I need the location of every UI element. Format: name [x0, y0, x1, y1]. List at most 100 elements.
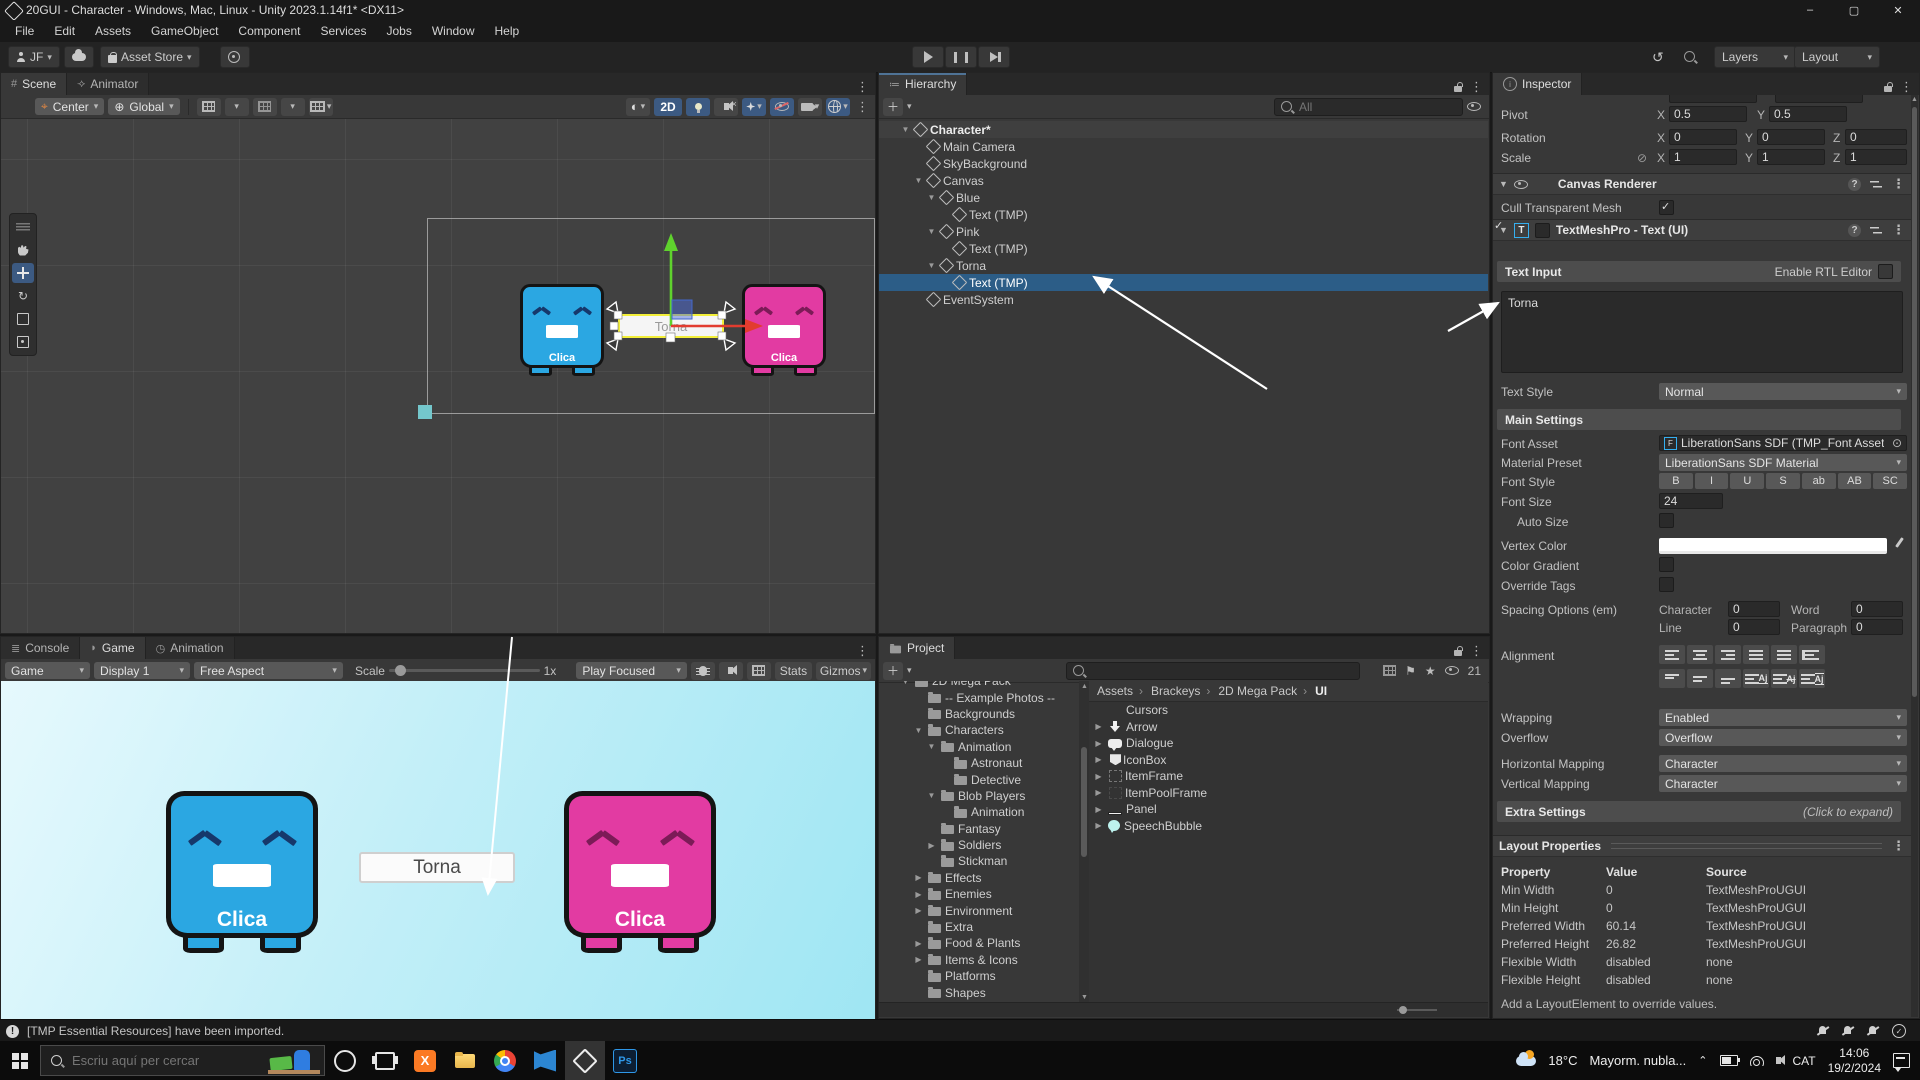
- aspect-dropdown[interactable]: Free Aspect▾: [194, 662, 343, 679]
- menu-item[interactable]: Help: [486, 22, 529, 40]
- project-tree-row[interactable]: Shapes: [879, 984, 1079, 1000]
- close-button[interactable]: ✕: [1876, 0, 1920, 20]
- hierarchy-row[interactable]: ▼ Blue: [879, 189, 1488, 206]
- color-gradient-checkbox[interactable]: [1659, 557, 1674, 572]
- game-view-dropdown[interactable]: Game▾: [5, 662, 90, 679]
- taskbar-app[interactable]: [525, 1041, 565, 1080]
- effects-toggle[interactable]: ▾: [742, 98, 766, 116]
- project-tree-row[interactable]: ▶ Food & Plants: [879, 935, 1079, 951]
- tray-chevron-icon[interactable]: ⌃: [1698, 1054, 1707, 1067]
- notifications-muted-icon[interactable]: [1867, 1026, 1878, 1036]
- tab-animation[interactable]: ◷ Animation: [146, 637, 235, 659]
- zoom-slider-thumb[interactable]: [1399, 1006, 1407, 1014]
- target-button[interactable]: [220, 46, 250, 68]
- scene-visibility-toggle[interactable]: [770, 98, 794, 116]
- layout-dropdown[interactable]: Layout▾: [1794, 46, 1880, 68]
- align-button[interactable]: [1659, 669, 1685, 688]
- project-tree-row[interactable]: Backgrounds: [879, 706, 1079, 722]
- material-preset-dropdown[interactable]: LiberationSans SDF Material▾: [1659, 454, 1907, 471]
- text-input-area[interactable]: Torna: [1501, 291, 1903, 373]
- gizmos-globe-dropdown[interactable]: ▾: [826, 98, 850, 116]
- menu-dots-icon[interactable]: ⋮: [1892, 176, 1905, 192]
- hmap-dropdown[interactable]: Character▾: [1659, 755, 1907, 772]
- scale-y-field[interactable]: [1757, 149, 1825, 165]
- vsync-grid-button[interactable]: [747, 662, 771, 680]
- language-indicator[interactable]: CAT: [1793, 1054, 1816, 1068]
- orientation-dropdown[interactable]: ⊕Global▾: [108, 98, 179, 115]
- transform-tool[interactable]: [12, 332, 34, 352]
- notifications-muted-icon[interactable]: [1817, 1026, 1828, 1036]
- spacing-word-field[interactable]: [1851, 601, 1903, 617]
- search-by-label-icon[interactable]: ⚑: [1405, 664, 1416, 678]
- font-style-button[interactable]: S: [1766, 473, 1800, 489]
- align-button[interactable]: Aj: [1771, 669, 1797, 688]
- rect-tool[interactable]: [12, 309, 34, 329]
- move-gizmo[interactable]: Torna: [1, 119, 875, 633]
- battery-icon[interactable]: [1720, 1055, 1738, 1066]
- menu-dots-icon[interactable]: ⋮: [1900, 79, 1913, 95]
- breadcrumb-item[interactable]: Assets: [1097, 684, 1149, 698]
- vertex-color-swatch[interactable]: [1659, 538, 1887, 554]
- project-tree-row[interactable]: ▶ Effects: [879, 870, 1079, 886]
- align-button[interactable]: [1799, 645, 1825, 664]
- taskbar-app[interactable]: [365, 1041, 405, 1080]
- project-tree-row[interactable]: ▶ Enemies: [879, 886, 1079, 902]
- menu-dots-icon[interactable]: ⋮: [1892, 838, 1905, 854]
- align-button[interactable]: [1687, 669, 1713, 688]
- tab-scene[interactable]: # Scene: [1, 73, 67, 95]
- project-tree-row[interactable]: Extra: [879, 919, 1079, 935]
- project-tree-row[interactable]: ▶ Environment: [879, 902, 1079, 918]
- project-file-row[interactable]: ▶ Panel: [1089, 801, 1488, 818]
- wrapping-dropdown[interactable]: Enabled▾: [1659, 709, 1907, 726]
- breadcrumb-item[interactable]: 2D Mega Pack: [1218, 684, 1313, 698]
- cull-checkbox[interactable]: [1659, 200, 1674, 215]
- save-search-icon[interactable]: ★: [1425, 664, 1436, 678]
- 2d-toggle[interactable]: 2D: [654, 98, 682, 116]
- menu-item[interactable]: Component: [229, 22, 309, 40]
- project-tree-row[interactable]: Platforms: [879, 968, 1079, 984]
- hierarchy-row[interactable]: Text (TMP): [879, 240, 1488, 257]
- thumbnail-zoom-slider[interactable]: [1397, 1009, 1437, 1011]
- project-tree-row[interactable]: ▼ Characters: [879, 722, 1079, 738]
- project-file-row[interactable]: ▶ SpeechBubble: [1089, 818, 1488, 835]
- project-file-row[interactable]: ▶ ItemFrame: [1089, 768, 1488, 785]
- menu-item[interactable]: Jobs: [377, 22, 420, 40]
- menu-item[interactable]: Edit: [45, 22, 84, 40]
- scene-menu-dots[interactable]: ⋮: [856, 99, 869, 115]
- align-button[interactable]: [1743, 645, 1769, 664]
- layers-dropdown[interactable]: Layers▾: [1714, 46, 1796, 68]
- presets-icon[interactable]: [1870, 179, 1883, 190]
- inspector-scrollbar[interactable]: ▲: [1911, 95, 1918, 1017]
- scale-slider-thumb[interactable]: [395, 665, 406, 676]
- view-hand-tool[interactable]: [12, 240, 34, 260]
- project-tree-row[interactable]: Astronaut: [879, 755, 1079, 771]
- align-button[interactable]: [1715, 645, 1741, 664]
- grid-snap-button[interactable]: [197, 98, 221, 116]
- pivot-mode-dropdown[interactable]: ⌖Center▾: [35, 98, 104, 115]
- taskbar-app[interactable]: [325, 1041, 365, 1080]
- rotation-x-field[interactable]: [1669, 129, 1737, 145]
- project-search-input[interactable]: [1089, 663, 1333, 679]
- breadcrumb-item[interactable]: UI: [1315, 684, 1327, 698]
- hierarchy-row[interactable]: ▼ Character*: [879, 121, 1488, 138]
- hierarchy-row[interactable]: SkyBackground: [879, 155, 1488, 172]
- tab-game[interactable]: ◗ Game: [80, 637, 145, 659]
- help-icon[interactable]: ?: [1848, 224, 1861, 237]
- taskbar-app[interactable]: X: [405, 1041, 445, 1080]
- hierarchy-search[interactable]: [1274, 98, 1463, 116]
- lock-icon[interactable]: [1454, 650, 1462, 656]
- play-button[interactable]: [912, 46, 944, 68]
- align-button[interactable]: Aj: [1743, 669, 1769, 688]
- help-icon[interactable]: ?: [1848, 178, 1861, 191]
- rotate-tool[interactable]: ↻: [12, 286, 34, 306]
- menu-item[interactable]: File: [6, 22, 43, 40]
- project-tree-row[interactable]: Animation: [879, 804, 1079, 820]
- account-button[interactable]: JF▾: [8, 46, 60, 68]
- stats-button[interactable]: Stats: [775, 662, 812, 680]
- undo-history-icon[interactable]: ↺: [1652, 49, 1664, 66]
- tools-grip[interactable]: [12, 217, 34, 237]
- menu-item[interactable]: Services: [311, 22, 375, 40]
- project-tree-row[interactable]: ▼ 2D Mega Pack: [879, 681, 1079, 689]
- scale-x-field[interactable]: [1669, 149, 1737, 165]
- hierarchy-row[interactable]: ▼ Torna: [879, 257, 1488, 274]
